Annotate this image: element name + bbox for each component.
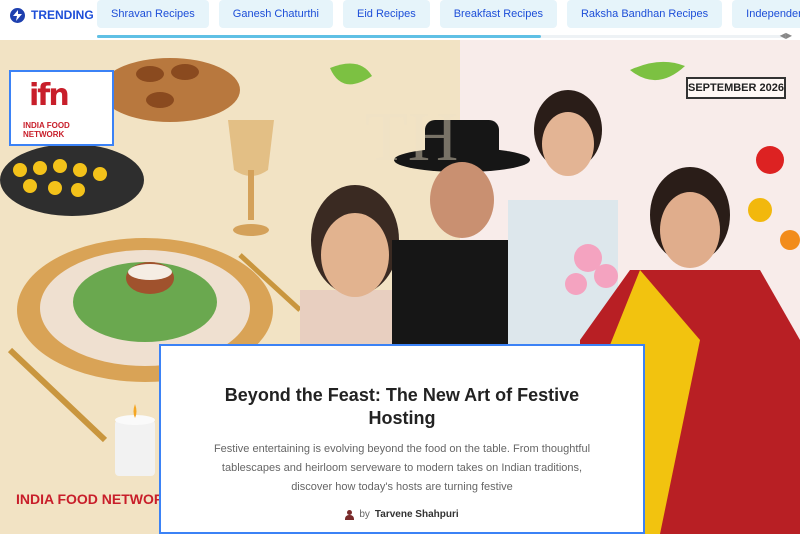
logo-text-line2: NETWORK [23, 130, 65, 139]
logo-mark: ifn [29, 78, 70, 113]
article-description: Festive entertaining is evolving beyond … [213, 443, 591, 493]
logo-text-line1: INDIA FOOD [23, 121, 70, 130]
trending-chip-ganesh[interactable]: Ganesh Chaturthi [218, 0, 333, 28]
ifn-logo[interactable]: ifn INDIA FOOD NETWORK [9, 70, 114, 146]
trending-chip-shravan[interactable]: Shravan Recipes [97, 0, 209, 28]
user-icon [345, 509, 355, 520]
trending-chip-eid[interactable]: Eid Recipes [343, 0, 430, 28]
trending-scrollbar[interactable] [97, 35, 787, 38]
trending-chip-independence[interactable]: Independence d [732, 0, 800, 28]
trending-chips: Shravan Recipes Ganesh Chaturthi Eid Rec… [97, 0, 800, 28]
issue-date-badge: SEPTEMBER 2026 [686, 77, 786, 99]
article-byline: by Tarvene Shahpuri [161, 509, 643, 520]
trending-label: TRENDING [10, 6, 94, 24]
author-name[interactable]: Tarvene Shahpuri [375, 509, 459, 520]
scroll-right-icon[interactable]: ◀▶ [780, 31, 792, 40]
trending-chip-breakfast[interactable]: Breakfast Recipes [439, 0, 557, 28]
trending-label-text: TRENDING [31, 8, 94, 22]
article-card[interactable]: Beyond the Feast: The New Art of Festive… [159, 344, 645, 534]
byline-prefix: by [359, 509, 370, 520]
logo-text: INDIA FOOD NETWORK [23, 121, 70, 139]
trending-bar: TRENDING Shravan Recipes Ganesh Chaturth… [0, 0, 800, 40]
scrollbar-thumb[interactable] [97, 35, 541, 38]
trending-chip-raksha[interactable]: Raksha Bandhan Recipes [566, 0, 723, 28]
brand-footer: INDIA FOOD NETWORK [16, 491, 175, 507]
lightning-icon [10, 7, 25, 23]
svg-text:TH: TH [365, 99, 458, 176]
article-title[interactable]: Beyond the Feast: The New Art of Festive… [191, 384, 613, 430]
